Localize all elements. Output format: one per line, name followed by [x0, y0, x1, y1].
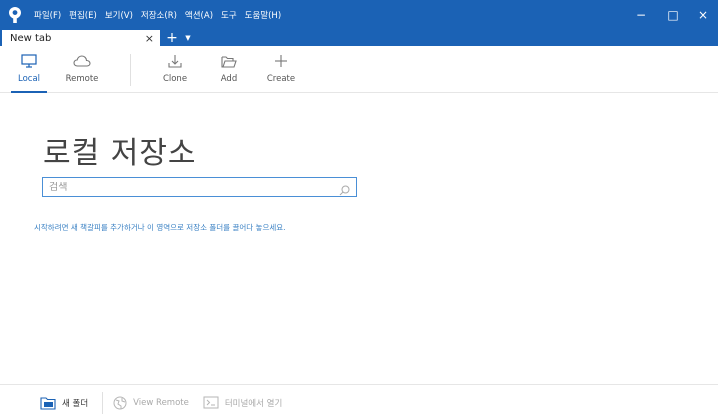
folder-icon [221, 50, 237, 72]
remote-button[interactable]: Remote [60, 50, 104, 90]
toolbar-divider [130, 54, 131, 86]
download-icon [167, 50, 183, 72]
tab-label: New tab [10, 32, 52, 44]
bottom-bar: 새 폴더 View Remote 터미널에서 열기 [0, 384, 718, 420]
open-terminal-label: 터미널에서 열기 [224, 398, 283, 409]
plus-icon [274, 50, 288, 72]
terminal-icon [203, 396, 219, 409]
search-icon[interactable] [339, 181, 350, 200]
maximize-button[interactable]: □ [658, 0, 688, 30]
new-folder-label: 새 폴더 [62, 398, 89, 409]
new-folder-button[interactable]: 새 폴더 [40, 396, 88, 410]
menu-actions[interactable]: 액션(A) [181, 9, 217, 21]
local-button[interactable]: Local [11, 50, 47, 93]
menu-help[interactable]: 도움말(H) [241, 9, 285, 21]
menu-file[interactable]: 파일(F) [30, 9, 65, 21]
new-folder-icon [40, 396, 56, 410]
view-remote-button[interactable]: View Remote [113, 396, 189, 410]
search-input[interactable] [49, 181, 329, 193]
app-logo-icon [0, 0, 30, 30]
title-bar: 파일(F) 편집(E) 보기(V) 저장소(R) 액션(A) 도구 도움말(H)… [0, 0, 718, 30]
clone-label: Clone [162, 74, 188, 84]
minimize-button[interactable]: − [626, 0, 656, 30]
tab-dropdown-icon[interactable]: ▼ [182, 30, 194, 46]
tab-new-tab[interactable]: New tab × [2, 30, 160, 46]
toolbar: Local Remote Clone Add Create [0, 46, 718, 93]
window-controls: − □ × [626, 0, 718, 30]
add-button[interactable]: Add [214, 50, 244, 90]
remote-label: Remote [65, 74, 99, 84]
menu-bar: 파일(F) 편집(E) 보기(V) 저장소(R) 액션(A) 도구 도움말(H) [30, 0, 285, 30]
menu-view[interactable]: 보기(V) [101, 9, 137, 21]
search-box [42, 177, 357, 197]
tab-strip: New tab × + ▼ [0, 30, 718, 46]
view-remote-label: View Remote [133, 397, 189, 408]
menu-edit[interactable]: 편집(E) [65, 9, 101, 21]
bottom-divider [102, 391, 104, 414]
cloud-icon [73, 50, 91, 72]
monitor-icon [21, 50, 37, 72]
globe-icon [113, 396, 127, 410]
menu-repository[interactable]: 저장소(R) [137, 9, 181, 21]
create-label: Create [266, 74, 296, 84]
clone-button[interactable]: Clone [158, 50, 192, 90]
create-button[interactable]: Create [264, 50, 298, 90]
empty-hint-text: 시작하려면 새 책갈피를 추가하거나 이 영역으로 저장소 폴더를 끌어다 놓으… [34, 223, 286, 232]
local-label: Local [17, 74, 41, 84]
open-terminal-button[interactable]: 터미널에서 열기 [203, 396, 282, 409]
page-title: 로컬 저장소 [43, 136, 197, 171]
tab-close-icon[interactable]: × [145, 33, 154, 44]
close-window-button[interactable]: × [688, 0, 718, 30]
add-tab-button[interactable]: + [164, 30, 180, 46]
menu-tools[interactable]: 도구 [217, 9, 241, 21]
add-label: Add [220, 74, 238, 84]
